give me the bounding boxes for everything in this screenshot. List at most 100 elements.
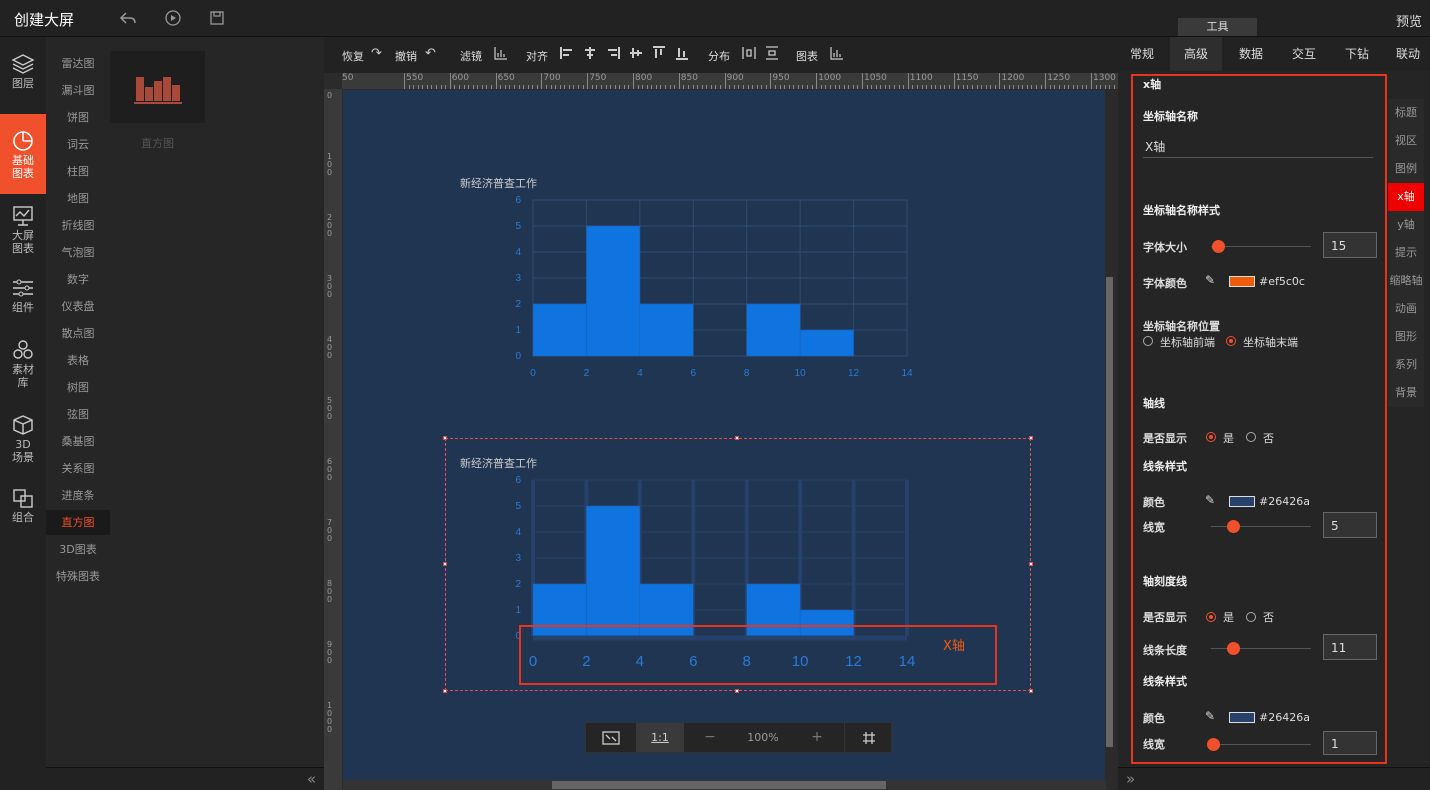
histogram-chart-1[interactable]: 01234560 2 4 6 8 10 12 14 [503,190,923,400]
undo-button[interactable]: 撤销 [395,48,417,64]
align-right-icon[interactable] [606,46,620,64]
redo-icon[interactable]: ↷ [371,46,382,61]
font-color-swatch[interactable] [1229,276,1255,287]
distribute-button[interactable]: 分布 [708,48,730,64]
resize-handle[interactable] [443,562,447,566]
chart-type-item[interactable]: 表格 [46,348,110,373]
resize-handle[interactable] [1029,436,1033,440]
tick-width-slider[interactable] [1211,744,1311,745]
chart-type-item[interactable]: 饼图 [46,105,110,130]
play-icon[interactable] [163,8,183,28]
histogram-bar[interactable] [746,303,801,357]
property-tab[interactable]: 数据 [1225,37,1277,71]
property-tab[interactable]: 联动 [1386,37,1430,71]
slider-knob[interactable] [1207,738,1220,751]
slider-knob[interactable] [1212,240,1225,253]
chart-type-item[interactable]: 桑基图 [46,429,110,454]
filter-chart-icon[interactable] [494,46,508,64]
chart-type-item[interactable]: 弦图 [46,402,110,427]
align-left-icon[interactable] [560,46,574,64]
font-size-slider[interactable] [1211,246,1311,247]
chart-type-item[interactable]: 仪表盘 [46,294,110,319]
align-button[interactable]: 对齐 [526,48,548,64]
chart-type-item[interactable]: 气泡图 [46,240,110,265]
chart-type-item[interactable]: 柱图 [46,159,110,184]
side-tab[interactable]: y轴 [1388,211,1424,239]
zoom-out-button[interactable]: − [686,723,734,752]
histogram-thumbnail[interactable] [110,51,205,123]
distribute-v-icon[interactable] [765,46,779,64]
histogram-bar[interactable] [799,329,854,357]
undo-arrow-icon[interactable]: ↶ [425,46,436,61]
side-tab[interactable]: 缩略轴 [1388,267,1424,295]
scroll-thumb[interactable] [1106,277,1113,747]
resize-handle[interactable] [443,689,447,693]
resize-handle[interactable] [735,436,739,440]
screen-canvas[interactable]: 新经济普查工作 0 1 2 3 4 5 6 0 2 4 6 8 10 12 14 新经济普查工作 01234… [343,90,1106,780]
nav-3d-scene[interactable]: 3D 场景 [0,414,46,464]
histogram-bar[interactable] [586,505,641,637]
side-tab[interactable]: 背景 [1388,379,1424,407]
resize-handle[interactable] [1029,562,1033,566]
grid-icon[interactable] [844,723,892,752]
axis-name-input[interactable]: X轴 [1143,136,1373,158]
side-tab[interactable]: 提示 [1388,239,1424,267]
align-middle-icon[interactable] [652,46,666,64]
chart-type-item[interactable]: 词云 [46,132,110,157]
radio-end[interactable] [1226,336,1236,346]
nav-materials[interactable]: 素材 库 [0,339,46,389]
chart-type-item[interactable]: 树图 [46,375,110,400]
chart-type-item[interactable]: 雷达图 [46,51,110,76]
scroll-thumb[interactable] [552,781,886,789]
align-top-icon[interactable] [629,46,643,64]
ratio-1-1-button[interactable]: 1:1 [636,723,684,752]
eyedropper-icon[interactable]: ✎ [1205,493,1215,507]
side-tab[interactable]: 图形 [1388,323,1424,351]
chart-type-item[interactable]: 关系图 [46,456,110,481]
histogram-bar[interactable] [532,303,587,357]
axis-line-show-yes[interactable] [1206,432,1216,442]
filter-button[interactable]: 滤镜 [460,48,482,64]
radio-front[interactable] [1143,336,1153,346]
side-tab[interactable]: 图例 [1388,155,1424,183]
side-tab[interactable]: x轴 [1388,183,1424,211]
tick-length-input[interactable]: 11 [1323,634,1377,660]
property-tab[interactable]: 下钻 [1331,37,1383,71]
nav-layers[interactable]: 图层 [0,53,46,99]
collapse-right-icon[interactable]: » [1126,770,1135,788]
chart-type-item[interactable]: 散点图 [46,321,110,346]
tick-length-slider[interactable] [1211,648,1311,649]
side-tab[interactable]: 标题 [1388,99,1424,127]
tick-show-no[interactable] [1246,612,1256,622]
chart-type-item[interactable]: 地图 [46,186,110,211]
vertical-scrollbar[interactable] [1105,90,1114,780]
save-icon[interactable] [207,8,227,28]
chart-type-item[interactable]: 漏斗图 [46,78,110,103]
line-width-slider[interactable] [1211,526,1311,527]
side-tab[interactable]: 视区 [1388,127,1424,155]
property-tab[interactable]: 高级 [1170,37,1222,71]
align-bottom-icon[interactable] [675,46,689,64]
histogram-bar[interactable] [586,225,641,357]
preview-button[interactable]: 预览 [1396,11,1422,30]
tick-color-swatch[interactable] [1229,712,1255,723]
nav-group[interactable]: 组合 [0,487,46,527]
chart-icon[interactable] [830,46,844,64]
axis-line-show-no[interactable] [1246,432,1256,442]
slider-knob[interactable] [1227,520,1240,533]
chart-type-item[interactable]: 数字 [46,267,110,292]
zoom-in-button[interactable]: + [792,723,842,752]
tick-show-yes[interactable] [1206,612,1216,622]
nav-components[interactable]: 组件 [0,277,46,317]
chart-type-item[interactable]: 3D图表 [46,537,110,562]
property-tab[interactable]: 常规 [1118,37,1166,71]
side-tab[interactable]: 动画 [1388,295,1424,323]
distribute-h-icon[interactable] [742,46,756,64]
redo-button[interactable]: 恢复 [342,48,364,64]
tools-tab[interactable]: 工具 [1178,18,1257,36]
resize-handle[interactable] [443,436,447,440]
chart-button[interactable]: 图表 [796,48,818,64]
resize-handle[interactable] [735,689,739,693]
line-width-input[interactable]: 5 [1323,512,1377,538]
nav-screen-charts[interactable]: 大屏 图表 [0,205,46,255]
